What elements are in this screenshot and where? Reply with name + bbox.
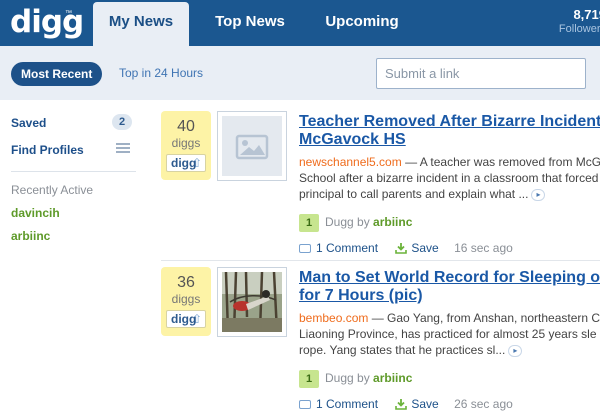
save-icon xyxy=(395,243,408,254)
story-thumbnail[interactable] xyxy=(217,111,287,181)
dugg-by-user-link[interactable]: arbiinc xyxy=(373,215,412,229)
story-title-link[interactable]: Teacher Removed After Bizarre Incident M… xyxy=(299,113,600,149)
tab-upcoming[interactable]: Upcoming xyxy=(311,2,413,46)
description-text: principal to call parents and explain wh… xyxy=(299,187,529,201)
story-title-line: for 7 Hours (pic) xyxy=(299,287,423,304)
dugg-by-label: Dugg by xyxy=(325,371,370,385)
story-description: newschannel5.com — A teacher was removed… xyxy=(299,154,600,202)
story-title-line: McGavock HS xyxy=(299,131,406,148)
followers-count: 8,719 xyxy=(573,7,600,22)
dugg-by-row: 1 Dugg by arbiinc xyxy=(299,370,412,388)
sidebar-divider xyxy=(11,171,136,172)
story-title-link[interactable]: Man to Set World Record for Sleeping on … xyxy=(299,269,600,305)
story-divider xyxy=(161,260,600,261)
description-text: rope. Yang states that he practices sl..… xyxy=(299,343,506,357)
friend-digg-count: 1 xyxy=(299,370,319,388)
save-icon xyxy=(395,399,408,410)
comment-icon xyxy=(299,400,311,409)
followers-counter[interactable]: 8,719 Followers xyxy=(559,7,600,35)
story-photo xyxy=(222,272,282,332)
tab-top-news[interactable]: Top News xyxy=(201,2,299,46)
story-item: 40 diggs digg ⇧ Teacher Removed After Bi… xyxy=(161,111,600,261)
top-bar: digg ™ My News Top News Upcoming 8,719 F… xyxy=(0,0,600,46)
top-24-hours-link[interactable]: Top in 24 Hours xyxy=(119,66,203,80)
digg-logo[interactable]: digg xyxy=(10,4,84,40)
comments-link[interactable]: 1 Comment xyxy=(316,241,378,255)
digg-count-label: diggs xyxy=(171,292,201,306)
sidebar-item-saved[interactable]: Saved xyxy=(11,116,46,130)
story-item: 36 diggs digg ⇧ Man to Set World Record … xyxy=(161,267,600,417)
expand-more-icon[interactable]: ▸ xyxy=(508,345,523,357)
sub-navigation: Most Recent Top in 24 Hours xyxy=(0,46,600,100)
digg-count: 36 xyxy=(177,274,195,291)
digg-counter-box: 36 diggs digg ⇧ xyxy=(161,267,211,336)
comment-icon xyxy=(299,244,311,253)
digg-counter-box: 40 diggs digg ⇧ xyxy=(161,111,211,180)
recent-user-link[interactable]: davincih xyxy=(11,206,60,220)
story-thumbnail[interactable] xyxy=(217,267,287,337)
source-link[interactable]: bembeo.com xyxy=(299,311,368,325)
arrow-up-icon: ⇧ xyxy=(191,156,202,170)
digg-button[interactable]: digg ⇧ xyxy=(166,310,206,328)
submit-link-input[interactable] xyxy=(376,58,586,89)
comments-link[interactable]: 1 Comment xyxy=(316,397,378,411)
digg-count-label: diggs xyxy=(171,136,201,150)
followers-label: Followers xyxy=(558,23,600,35)
tab-my-news[interactable]: My News xyxy=(93,2,189,46)
story-actions: 1 Comment Save 26 sec ago xyxy=(299,397,513,411)
save-link[interactable]: Save xyxy=(411,397,438,411)
trademark-mark: ™ xyxy=(65,10,72,17)
story-description: bembeo.com — Gao Yang, from Anshan, nort… xyxy=(299,310,600,358)
arrow-up-icon: ⇧ xyxy=(191,312,202,326)
image-placeholder-icon xyxy=(222,116,282,176)
story-title-line: Teacher Removed After Bizarre Incident xyxy=(299,113,600,130)
description-text: School after a bizarre incident in a cla… xyxy=(299,171,599,185)
source-link[interactable]: newschannel5.com xyxy=(299,155,402,169)
digg-button[interactable]: digg ⇧ xyxy=(166,154,206,172)
dugg-by-row: 1 Dugg by arbiinc xyxy=(299,214,412,232)
description-text: — Gao Yang, from Anshan, northeastern C xyxy=(368,311,600,325)
story-timestamp: 16 sec ago xyxy=(454,241,513,255)
recent-user-link[interactable]: arbiinc xyxy=(11,229,50,243)
recently-active-heading: Recently Active xyxy=(11,183,94,197)
story-timestamp: 26 sec ago xyxy=(454,397,513,411)
dugg-by-user-link[interactable]: arbiinc xyxy=(373,371,412,385)
save-link[interactable]: Save xyxy=(411,241,438,255)
friend-digg-count: 1 xyxy=(299,214,319,232)
digg-count: 40 xyxy=(177,118,195,135)
expand-more-icon[interactable]: ▸ xyxy=(531,189,546,201)
story-actions: 1 Comment Save 16 sec ago xyxy=(299,241,513,255)
description-text: — A teacher was removed from McG xyxy=(401,155,600,169)
dugg-by-label: Dugg by xyxy=(325,215,370,229)
saved-count-badge: 2 xyxy=(112,114,132,130)
list-icon xyxy=(116,143,130,154)
story-title-line: Man to Set World Record for Sleeping on xyxy=(299,269,600,286)
most-recent-button[interactable]: Most Recent xyxy=(11,62,103,86)
sidebar-item-find-profiles[interactable]: Find Profiles xyxy=(11,143,84,157)
description-text: Liaoning Province, has practiced for alm… xyxy=(299,327,597,341)
